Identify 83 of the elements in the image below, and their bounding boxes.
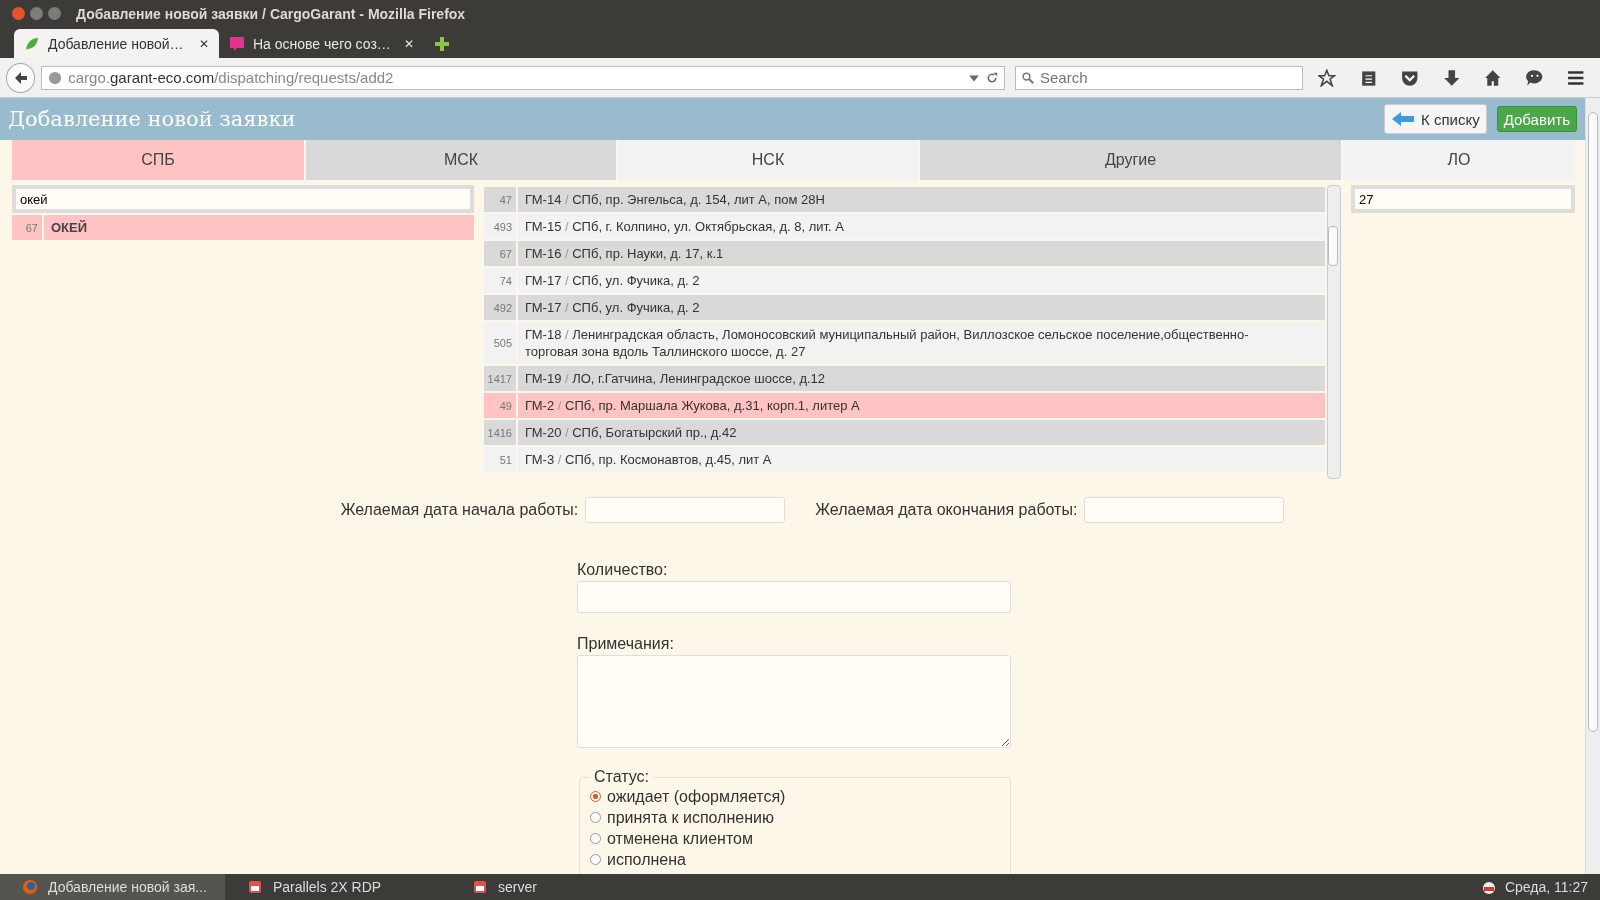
quantity-field[interactable]	[577, 581, 1011, 613]
globe-icon	[48, 70, 63, 85]
home-icon[interactable]	[1484, 68, 1502, 87]
region-tab[interactable]: ЛО	[1343, 140, 1575, 180]
taskbar-item[interactable]: server	[450, 874, 675, 900]
row-number: 1417	[484, 366, 516, 391]
notes-field[interactable]	[577, 655, 1011, 748]
radio-button[interactable]	[590, 854, 601, 865]
window-title: Добавление новой заявки / CargoGarant - Mozilla Firefox	[76, 5, 466, 22]
radio-label: исполнена	[607, 850, 686, 869]
close-tab-icon[interactable]: ✕	[404, 36, 414, 51]
taskbar-item[interactable]: Parallels 2X RDP	[225, 874, 450, 900]
app-icon	[247, 879, 263, 895]
tray-icon[interactable]	[1480, 879, 1497, 895]
field-label: Количество:	[577, 561, 669, 579]
download-icon[interactable]	[1442, 68, 1461, 87]
row-number: 505	[484, 322, 516, 364]
address-item[interactable]: ГМ-2 / СПб, пр. Маршала Жукова, д.31, корп.1, литер А	[518, 393, 1325, 418]
clock: Среда, 11:27	[1504, 879, 1588, 895]
row-number: 67	[484, 241, 516, 266]
pocket-icon[interactable]	[1401, 68, 1419, 87]
address-item[interactable]: ГМ-3 / СПб, пр. Космонавтов, д.45, лит А	[518, 447, 1325, 472]
radio-label: принята к исполнению	[607, 808, 774, 827]
star-icon[interactable]	[1318, 68, 1336, 87]
address-item[interactable]: ГМ-20 / СПб, Богатырский пр., д.42	[518, 420, 1325, 445]
filter-field[interactable]: окей	[12, 185, 474, 213]
status-legend: Статус:	[590, 768, 654, 786]
plus-icon[interactable]	[434, 36, 450, 52]
address-item[interactable]: ГМ-17 / СПб, ул. Фучика, д. 2	[518, 268, 1325, 293]
leaf-icon	[24, 35, 40, 52]
search-icon	[1022, 71, 1034, 84]
back-to-list-button[interactable]: К списку	[1384, 104, 1487, 134]
reload-icon[interactable]	[986, 71, 998, 84]
app-icon	[472, 879, 488, 895]
reading-list-icon[interactable]	[1359, 68, 1378, 87]
close-tab-icon[interactable]: ✕	[199, 36, 209, 51]
row-number: 47	[484, 187, 516, 212]
browser-tab[interactable]: На основе чего соз… ✕	[219, 29, 424, 58]
address-item[interactable]: ГМ-14 / СПб, пр. Энгельса, д. 154, лит А, пом 28Н	[518, 187, 1325, 212]
row-number: 49	[484, 393, 516, 418]
maximize-button[interactable]	[48, 7, 61, 20]
region-tab[interactable]: НСК	[618, 140, 918, 180]
radio-button[interactable]	[590, 791, 601, 802]
row-number: 67	[12, 215, 42, 240]
taskbar-item[interactable]: Добавление новой зая...	[0, 874, 225, 900]
globe-icon	[22, 879, 38, 895]
region-tab[interactable]: СПБ	[12, 140, 304, 180]
row-number: 74	[484, 268, 516, 293]
field-label: Желаемая дата окончания работы:	[815, 501, 1078, 519]
row-number: 51	[484, 447, 516, 472]
address-item[interactable]: ГМ-19 / ЛО, г.Гатчина, Ленинградское шоссе, д.12	[518, 366, 1325, 391]
page-scrollbar[interactable]	[1585, 98, 1600, 874]
radio-button[interactable]	[590, 833, 601, 844]
client-item[interactable]: ОКЕЙ	[44, 215, 474, 240]
end-date-field[interactable]	[1084, 497, 1285, 523]
address-item[interactable]: ГМ-16 / СПб, пр. Науки, д. 17, к.1	[518, 241, 1325, 266]
field-label: Желаемая дата начала работы:	[340, 501, 579, 519]
region-tab[interactable]: МСК	[306, 140, 616, 180]
address-item[interactable]: ГМ-17 / СПб, ул. Фучика, д. 2	[518, 295, 1325, 320]
browser-tab[interactable]: Добавление новой… ✕	[14, 29, 219, 58]
row-number: 493	[484, 214, 516, 239]
field-label: Примечания:	[577, 635, 675, 653]
radio-label: отменена клиентом	[607, 829, 753, 848]
search-field[interactable]: Search	[1015, 65, 1304, 90]
close-button[interactable]	[12, 7, 25, 20]
menu-icon[interactable]	[1567, 68, 1585, 87]
arrow-left-icon	[1391, 111, 1416, 127]
row-number: 1416	[484, 420, 516, 445]
filter-field[interactable]: 27	[1351, 185, 1575, 213]
radio-label: ожидает (оформляется)	[607, 787, 786, 806]
address-bar[interactable]: cargo.garant-eco.com/dispatching/requests/add2	[41, 65, 1005, 90]
minimize-button[interactable]	[30, 7, 43, 20]
start-date-field[interactable]	[585, 497, 786, 523]
region-tab[interactable]: Другие	[920, 140, 1341, 180]
row-number: 492	[484, 295, 516, 320]
scrollbar[interactable]	[1327, 185, 1341, 479]
address-item[interactable]: ГМ-15 / СПб, г. Колпино, ул. Октябрьская, д. 8, лит. А	[518, 214, 1325, 239]
page-title: Добавление новой заявки	[8, 107, 297, 131]
speech-bubble-icon	[229, 35, 245, 52]
chat-icon[interactable]	[1525, 68, 1544, 87]
radio-button[interactable]	[590, 812, 601, 823]
back-button[interactable]	[6, 62, 36, 93]
address-item[interactable]: ГМ-18 / Ленинградская область, Ломоносовский муниципальный район, Виллозское сельское поселение,общественно-торговая зона вдоль Таллинского шоссе, д. 27	[518, 322, 1325, 364]
